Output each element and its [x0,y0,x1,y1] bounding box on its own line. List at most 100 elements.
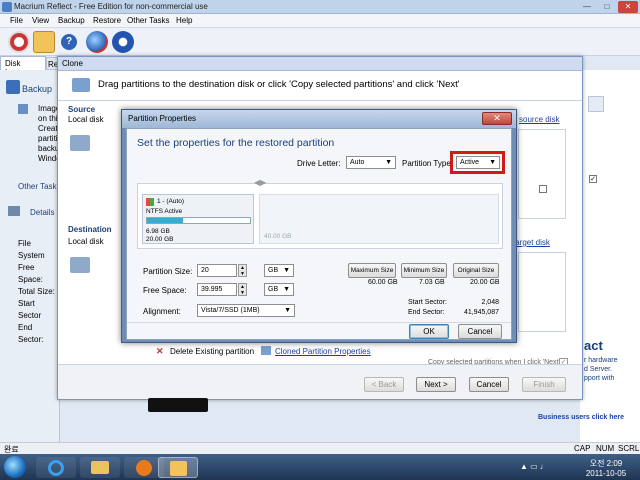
free-space-spinner[interactable]: ▲ ▼ [238,283,247,296]
ie-taskbar-icon[interactable] [36,457,76,478]
partition-map: 1 - (Auto) NTFS Active 6.98 GB 20.00 GB … [137,178,503,249]
chevron-down-icon: ▼ [284,307,291,314]
window-title: Macrium Reflect - Free Edition for non-c… [14,2,208,11]
unallocated-size: 40.00 GB [264,233,292,240]
target-disk-link-text[interactable]: target disk [513,238,550,247]
close-button[interactable]: ✕ [618,1,638,13]
promo-text: r hardware d Server. pport with [584,356,617,383]
partition-size-unit-select[interactable]: GB ▼ [264,264,294,277]
next-button[interactable]: Next > [416,377,456,392]
minimum-size-value: 7.03 GB [419,279,445,286]
app-icon [2,2,12,12]
clock[interactable]: 오전 2:09 2011-10-05 [582,458,630,478]
drive-letter-value: Auto [350,159,365,166]
toolbar: ? [0,28,640,56]
alignment-select[interactable]: Vista/7/SSD (1MB) ▼ [197,304,295,317]
help-icon[interactable]: ? [61,34,77,50]
other-tasks-heading[interactable]: Other Task [18,182,57,191]
original-size-button[interactable]: Original Size [453,263,499,278]
partition-size-input[interactable]: 20 [197,264,237,277]
details-heading[interactable]: Details [30,208,54,217]
menu-backup[interactable]: Backup [58,16,85,25]
target-disk-link[interactable]: target disk [513,238,550,247]
scrl-indicator: SCRL [618,444,640,453]
delete-icon[interactable]: ✕ [156,346,164,357]
taskbar: ▲ ▭ ♩ 오전 2:09 2011-10-05 [0,454,640,480]
menu-restore[interactable]: Restore [93,16,121,25]
start-sector-label: Start Sector: [408,299,447,306]
end-sector-label: End Sector: [408,309,445,316]
cloned-partition-properties-link[interactable]: Cloned Partition Properties [275,347,371,356]
properties-icon [261,346,271,355]
partition-properties-dialog: Partition Properties ✕ Set the propertie… [121,109,517,343]
business-link[interactable]: Business users click here [538,414,624,421]
source-disk-link[interactable]: source disk [519,115,559,124]
window-titlebar: Macrium Reflect - Free Edition for non-c… [0,0,640,14]
partition-name: 1 - (Auto) [157,198,185,205]
minimum-size-button[interactable]: Minimum Size [401,263,447,278]
restore-icon[interactable] [33,31,55,53]
menu-view[interactable]: View [32,16,49,25]
unit-value: GB [268,286,279,293]
resize-handle-icon[interactable]: ◀▶ [254,178,266,190]
free-space-label: Free Space: [143,286,187,295]
menu-help[interactable]: Help [176,16,192,25]
minimize-button[interactable]: — [578,1,596,13]
cancel-button[interactable]: Cancel [469,377,509,392]
start-sector-value: 2,048 [481,299,499,306]
dialog-title: Partition Properties [128,114,197,123]
source-partition-checkbox[interactable] [539,185,547,193]
explorer-taskbar-icon[interactable] [80,457,120,478]
clone-tab[interactable]: Clone [62,59,83,68]
detail-label: Start Sector [18,299,42,320]
tab-disk-image[interactable]: Disk Image [0,56,46,77]
status-bar: 완료 CAP NUM SCRL [0,442,640,454]
disk-icon [72,78,90,92]
menu-other-tasks[interactable]: Other Tasks [127,16,170,25]
menu-file[interactable]: File [10,16,23,25]
maximum-size-button[interactable]: Maximum Size [348,263,396,278]
destination-disk-label: Local disk [68,237,104,246]
delete-existing-partition[interactable]: Delete Existing partition [170,347,254,356]
backup-icon[interactable] [8,31,30,53]
drive-image [148,398,208,412]
partition-block[interactable]: 1 - (Auto) NTFS Active 6.98 GB 20.00 GB [142,194,254,244]
end-sector-value: 41,945,087 [463,309,499,316]
ok-button[interactable]: OK [409,324,449,339]
source-disk-icon [70,135,90,151]
source-disk-map[interactable] [518,129,566,219]
partition-type-value: Active [460,159,480,166]
web-icon[interactable] [86,31,108,53]
partition-size-label: Partition Size: [143,267,193,276]
source-label: Source [68,105,96,114]
panel-image [588,96,604,112]
destination-disk-map[interactable] [518,252,566,332]
back-button[interactable]: < Back [364,377,404,392]
unallocated-space[interactable]: 40.00 GB [259,194,499,244]
dialog-cancel-button[interactable]: Cancel [458,324,502,339]
tray-icons[interactable]: ▲ ▭ ♩ [520,462,548,471]
start-button[interactable] [4,456,26,478]
free-space-unit-select[interactable]: GB ▼ [264,283,294,296]
detail-label: Total Size: [18,287,55,296]
maximize-button[interactable]: □ [598,1,616,13]
left-panel: Backup Image on thi Create partiti backu… [0,70,62,442]
shop-icon[interactable] [112,31,134,53]
cloned-partition-properties-text[interactable]: Cloned Partition Properties [275,347,371,356]
finish-button[interactable]: Finish [522,377,566,392]
chevron-down-icon: ▼ [283,286,290,293]
partition-size-spinner[interactable]: ▲ ▼ [238,264,247,277]
promo-line: r hardware [584,357,618,364]
free-space-input[interactable]: 39.995 [197,283,237,296]
alignment-label: Alignment: [143,307,181,316]
source-disk-link-text[interactable]: source disk [519,115,559,124]
select-checkbox[interactable]: ✓ [589,175,597,183]
dialog-close-button[interactable]: ✕ [482,112,512,125]
alignment-value: Vista/7/SSD (1MB) [201,307,260,314]
partition-type-select[interactable]: Active ▼ [456,156,500,169]
clock-time: 오전 2:09 [589,459,623,468]
drive-letter-select[interactable]: Auto ▼ [346,156,396,169]
macrium-taskbar-icon[interactable] [158,457,198,478]
partition-usage-bar [146,217,251,224]
maximum-size-value: 60.00 GB [368,279,398,286]
